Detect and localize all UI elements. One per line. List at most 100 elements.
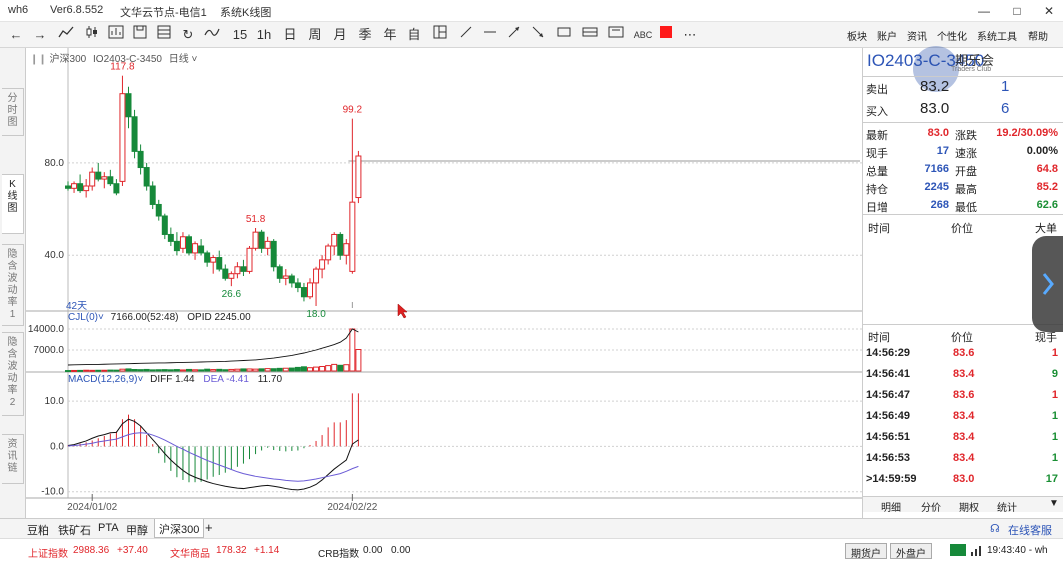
volume-bar [89,369,96,372]
tab-news-chain[interactable]: 资 讯 链 [2,434,24,484]
draw-hline-icon[interactable] [480,25,500,45]
tick-volume: 1 [1051,431,1058,443]
kline-chart-svg[interactable]: 40.080.0117.826.651.818.099.27000.014000… [26,48,862,518]
period-year[interactable]: 年 [380,25,400,45]
crb-index-label[interactable]: CRB指数 [318,545,359,560]
field-value: 19.2/30.09% [996,127,1058,139]
menu-help[interactable]: 帮助 [1028,28,1048,43]
tick-price: 83.6 [953,347,975,359]
chevron-down-icon[interactable]: ˅ [137,374,143,385]
app-version: Ver6.8.552 [50,4,104,16]
draw-text-icon[interactable]: ABC [630,25,656,45]
draw-arrow-icon[interactable] [528,25,548,45]
tab-iv-2[interactable]: 隐 含 波 动 率 2 [2,332,24,416]
volume-bar [107,369,114,372]
candle-body [246,247,253,272]
expand-panel-handle[interactable] [1032,236,1063,332]
tab-timeshare[interactable]: 分 时 图 [2,88,24,136]
tab-stats[interactable]: 统计 [997,499,1017,514]
period-15[interactable]: 15 [230,25,250,45]
contract-tab-ironore[interactable]: 铁矿石 [58,522,91,538]
sh-index-change: +37.40 [117,545,148,556]
back-arrow-icon[interactable]: ← [6,25,26,45]
more-icon[interactable]: ⋯ [680,25,700,45]
candlestick-icon[interactable] [82,25,102,45]
volume-indicator-name[interactable]: CJL(0) [68,312,98,323]
chevron-down-icon[interactable]: ˅ [98,312,104,323]
clock-time: 19:43:40 - wh [987,545,1048,556]
volume-bar [252,368,259,372]
tab-price-dist[interactable]: 分价 [921,499,941,514]
contract-tab-soymeal[interactable]: 豆粕 [27,522,49,538]
candle-body [270,240,277,268]
indicator-icon[interactable] [202,25,222,45]
volume-bar [355,349,362,372]
period-month[interactable]: 月 [330,25,350,45]
module-name: 系统K线图 [220,7,272,19]
foreign-account-button[interactable]: 外盘户 [890,543,932,560]
forward-arrow-icon[interactable]: → [30,25,50,45]
tab-iv-1[interactable]: 隐 含 波 动 率 1 [2,244,24,326]
quote-bottom-tabs: 明细 分价 期权 统计 ▼ [863,496,1063,514]
tab-options[interactable]: 期权 [959,499,979,514]
draw-tool-icon[interactable] [606,25,626,45]
maximize-icon[interactable]: □ [1008,2,1026,20]
chevron-down-icon[interactable]: ˅ [192,54,198,65]
volume-bar [125,368,132,372]
candle-body [252,231,259,249]
candle-body [204,252,211,263]
period-week[interactable]: 周 [305,25,325,45]
sh-index-label[interactable]: 上证指数 [28,545,68,560]
color-icon[interactable] [656,25,676,45]
draw-rect-icon[interactable] [554,25,574,45]
contract-tab-methanol[interactable]: 甲醇 [126,522,148,538]
line-chart-icon[interactable] [56,25,76,45]
dropdown-icon[interactable]: ▼ [1049,498,1059,509]
bid-row[interactable]: 买入 83.0 6 [863,99,1063,121]
wh-index-label[interactable]: 文华商品 [170,545,210,560]
volume-bar [131,369,138,372]
refresh-icon[interactable]: ↻ [178,25,198,45]
days-count: 42天 [66,301,88,312]
draw-channel-icon[interactable] [580,25,600,45]
field-value: 62.6 [1036,199,1058,211]
tab-kline[interactable]: K 线 图 [2,174,24,234]
minimize-icon[interactable]: — [975,2,993,20]
sh-index-value: 2988.36 [73,545,110,556]
candle-body [119,93,126,182]
candle-body [210,257,217,263]
menu-news[interactable]: 资讯 [907,28,927,43]
volume-bar [137,369,144,372]
menu-personalize[interactable]: 个性化 [937,28,967,43]
draw-ray-icon[interactable] [504,25,524,45]
volume-bar [119,368,126,372]
period-quarter[interactable]: 季 [355,25,375,45]
grid-icon[interactable] [154,25,174,45]
chart-area[interactable]: 40.0 80.0 117.8 26.6 51.8 18.0 99.2 7000.0 14000… [26,48,862,518]
close-icon[interactable]: ✕ [1040,2,1058,20]
futures-account-button[interactable]: 期货户 [845,543,887,560]
period-custom[interactable]: 自 [404,25,424,45]
period-1h[interactable]: 1h [254,25,274,45]
period-day[interactable]: 日 [280,25,300,45]
crb-index-change: 0.00 [391,545,411,556]
ask-row[interactable]: 卖出 83.2 1 [863,76,1063,98]
left-tab-strip: 分 时 图 K 线 图 隐 含 波 动 率 1 隐 含 波 动 率 2 资 讯 … [0,48,26,518]
candle-body [186,236,192,254]
draw-line-icon[interactable] [456,25,476,45]
online-service-link[interactable]: 在线客服 [1008,522,1052,538]
tab-detail[interactable]: 明细 [881,499,901,514]
menu-account[interactable]: 账户 [877,28,897,43]
chart-period[interactable]: 日线 [169,54,189,65]
save-icon[interactable] [130,25,150,45]
layout-icon[interactable] [430,25,450,45]
macd-indicator-name[interactable]: MACD(12,26,9) [68,374,137,385]
volume-bar [77,369,84,372]
add-tab-icon[interactable]: + [205,520,213,535]
contract-tab-csi300[interactable]: 沪深300 [154,519,205,538]
menu-sector[interactable]: 板块 [847,28,867,43]
headset-icon[interactable]: ☊ [990,522,1000,535]
menu-system-tools[interactable]: 系统工具 [977,28,1017,43]
bar-icon[interactable] [106,25,126,45]
contract-tab-pta[interactable]: PTA [98,522,119,534]
